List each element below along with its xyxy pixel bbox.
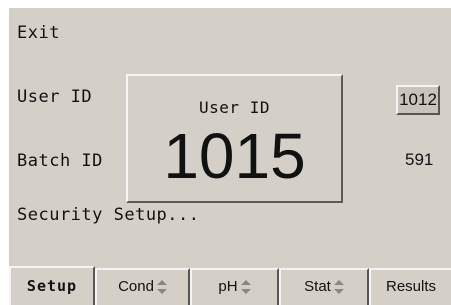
- tab-setup[interactable]: Setup: [9, 266, 95, 305]
- up-down-arrow-icon: [156, 280, 167, 295]
- popup-title: User ID: [199, 98, 270, 117]
- user-id-value[interactable]: 1012: [396, 85, 440, 115]
- device-screen: Exit User ID Batch ID Security Setup... …: [9, 8, 451, 305]
- tab-cond-label: Cond: [118, 278, 154, 295]
- batch-id-value: 591: [405, 150, 434, 169]
- tab-results[interactable]: Results: [369, 268, 451, 305]
- tab-cond[interactable]: Cond: [95, 268, 190, 305]
- user-id-label[interactable]: User ID: [17, 87, 92, 107]
- security-setup-menu-item[interactable]: Security Setup...: [17, 205, 200, 225]
- up-down-arrow-icon: [333, 280, 344, 295]
- tab-bar: Setup Cond pH Stat Results: [9, 266, 451, 305]
- tab-stat[interactable]: Stat: [279, 268, 369, 305]
- tab-ph[interactable]: pH: [190, 268, 279, 305]
- up-down-arrow-icon: [240, 280, 251, 295]
- tab-setup-label: Setup: [26, 277, 78, 295]
- tab-stat-label: Stat: [304, 278, 331, 295]
- tab-ph-label: pH: [218, 278, 238, 295]
- user-id-popup[interactable]: User ID 1015: [126, 74, 343, 203]
- batch-id-label[interactable]: Batch ID: [17, 151, 103, 171]
- tab-results-label: Results: [385, 278, 437, 295]
- popup-value[interactable]: 1015: [128, 120, 341, 192]
- exit-menu-item[interactable]: Exit: [17, 23, 60, 43]
